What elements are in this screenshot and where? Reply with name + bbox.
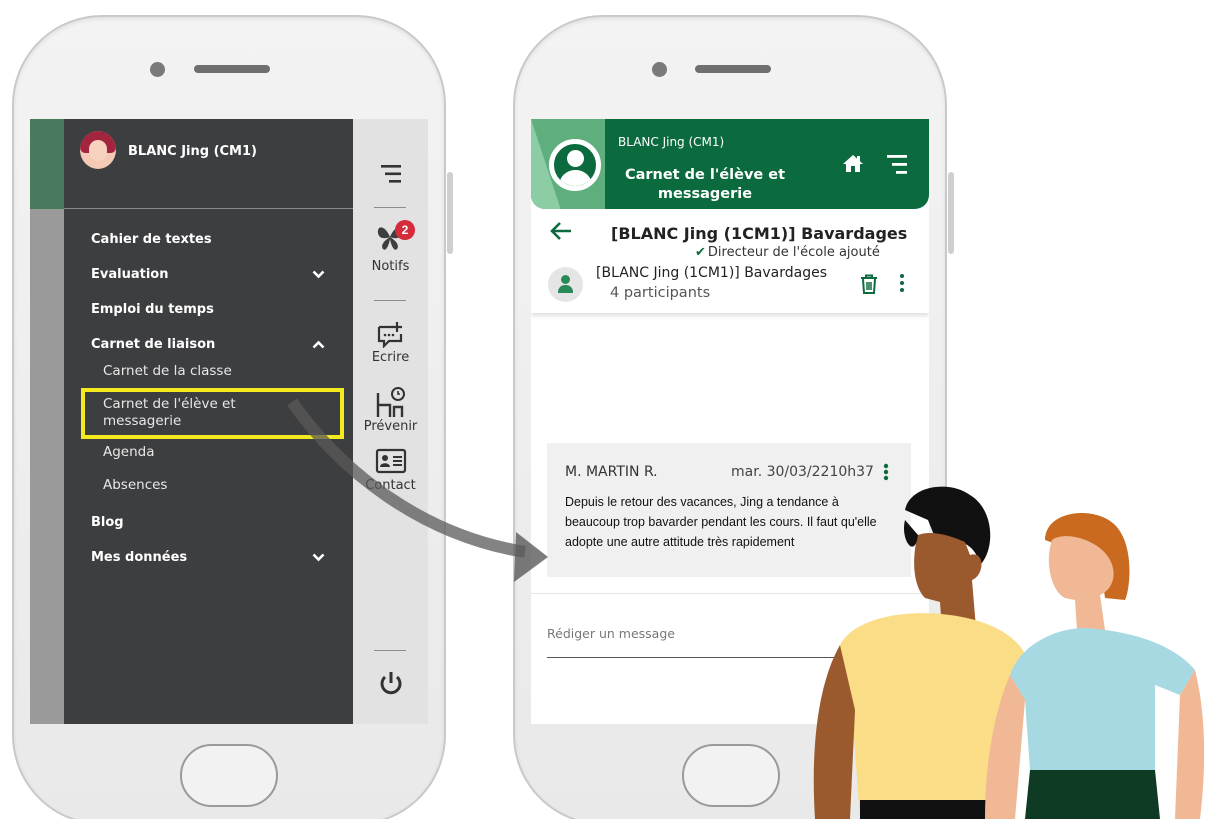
highlight-box [81,388,344,439]
notifs-label: Notifs [371,259,410,274]
notifs-badge: 2 [395,220,415,240]
drawer-header: BLANC Jing (CM1) [64,119,353,209]
background-header [30,119,64,209]
background-app [30,119,64,724]
page-title-line2: messagerie [657,186,753,202]
compose-placeholder: Rédiger un message [547,626,675,641]
app-header: BLANC Jing (CM1) Carnet de l'élève et me… [531,119,929,209]
chevron-up-icon [312,334,325,356]
write-message-icon[interactable] [353,320,428,353]
compose-message-field[interactable]: Rédiger un message [547,616,837,658]
more-options-icon[interactable] [899,274,905,295]
message-status-badge: ✔ Directeur de l'école ajouté [691,244,886,261]
menu-item-cahier-de-textes[interactable]: Cahier de textes [64,229,353,264]
thread-name: [BLANC Jing (1CM1)] Bavardages [596,265,828,281]
menu-item-label: Carnet de liaison [91,337,216,352]
power-icon[interactable] [353,669,428,702]
menu-icon[interactable] [353,163,428,190]
rail-divider [374,650,406,651]
home-button[interactable] [180,744,278,807]
rail-divider [374,300,406,301]
people-illustration [813,486,1205,819]
back-arrow-icon[interactable] [549,220,573,248]
side-button [948,172,954,254]
side-rail: 2 Notifs Ecrire Prévenir Contact [353,119,428,724]
message-status-text: Directeur de l'école ajouté [707,245,880,260]
menu-item-label: Cahier de textes [91,232,212,247]
side-button [447,172,453,254]
checkmark-icon: ✔ [695,245,706,260]
prevenir-label: Prévenir [363,419,418,434]
home-button[interactable] [682,744,780,807]
contact-label: Contact [365,478,416,493]
user-avatar-icon[interactable] [549,139,601,191]
thread-avatar-icon [548,267,583,302]
page-title: Carnet de l'élève et messagerie [615,166,795,204]
conversation-title: [BLANC Jing (1CM1)] Bavardages [611,224,908,243]
menu-item-blog[interactable]: Blog [64,512,353,547]
chevron-down-icon [312,264,325,286]
trash-icon[interactable] [860,274,878,299]
menu-item-emploi-du-temps[interactable]: Emploi du temps [64,299,353,334]
home-icon[interactable] [842,153,864,178]
submenu-label: Agenda [103,444,155,460]
contact-card-icon[interactable] [353,448,428,479]
avatar [80,131,116,169]
camera-dot [150,62,165,77]
speaker-slot [695,65,771,73]
menu-item-label: Evaluation [91,267,169,282]
message-date: mar. 30/03/2210h37 [731,464,874,480]
menu-icon[interactable] [885,152,909,181]
chevron-down-icon [312,547,325,569]
menu-item-evaluation[interactable]: Evaluation [64,264,353,299]
drawer-user-name: BLANC Jing (CM1) [128,144,257,159]
thread-participants[interactable]: 4 participants [610,285,710,301]
message-author: M. MARTIN R. [565,464,658,480]
page-title-line1: Carnet de l'élève et [624,167,786,183]
submenu-label: Absences [103,477,168,493]
ecrire-label: Ecrire [371,350,410,365]
menu-item-carnet-de-liaison[interactable]: Carnet de liaison [64,334,353,362]
rail-divider [374,207,406,208]
menu-item-label: Mes données [91,550,188,565]
menu-item-label: Emploi du temps [91,302,214,317]
menu-item-label: Blog [91,515,124,530]
submenu-absences[interactable]: Absences [64,476,353,512]
thread-header: [BLANC Jing (1CM1)] Bavardages 4 partici… [531,257,929,313]
header-user-name: BLANC Jing (CM1) [618,135,725,149]
menu-item-mes-donnees[interactable]: Mes données [64,547,353,582]
notifs-button[interactable] [353,223,428,256]
speaker-slot [194,65,270,73]
submenu-label: Carnet de la classe [103,363,232,379]
submenu-agenda[interactable]: Agenda [64,443,353,476]
camera-dot [652,62,667,77]
